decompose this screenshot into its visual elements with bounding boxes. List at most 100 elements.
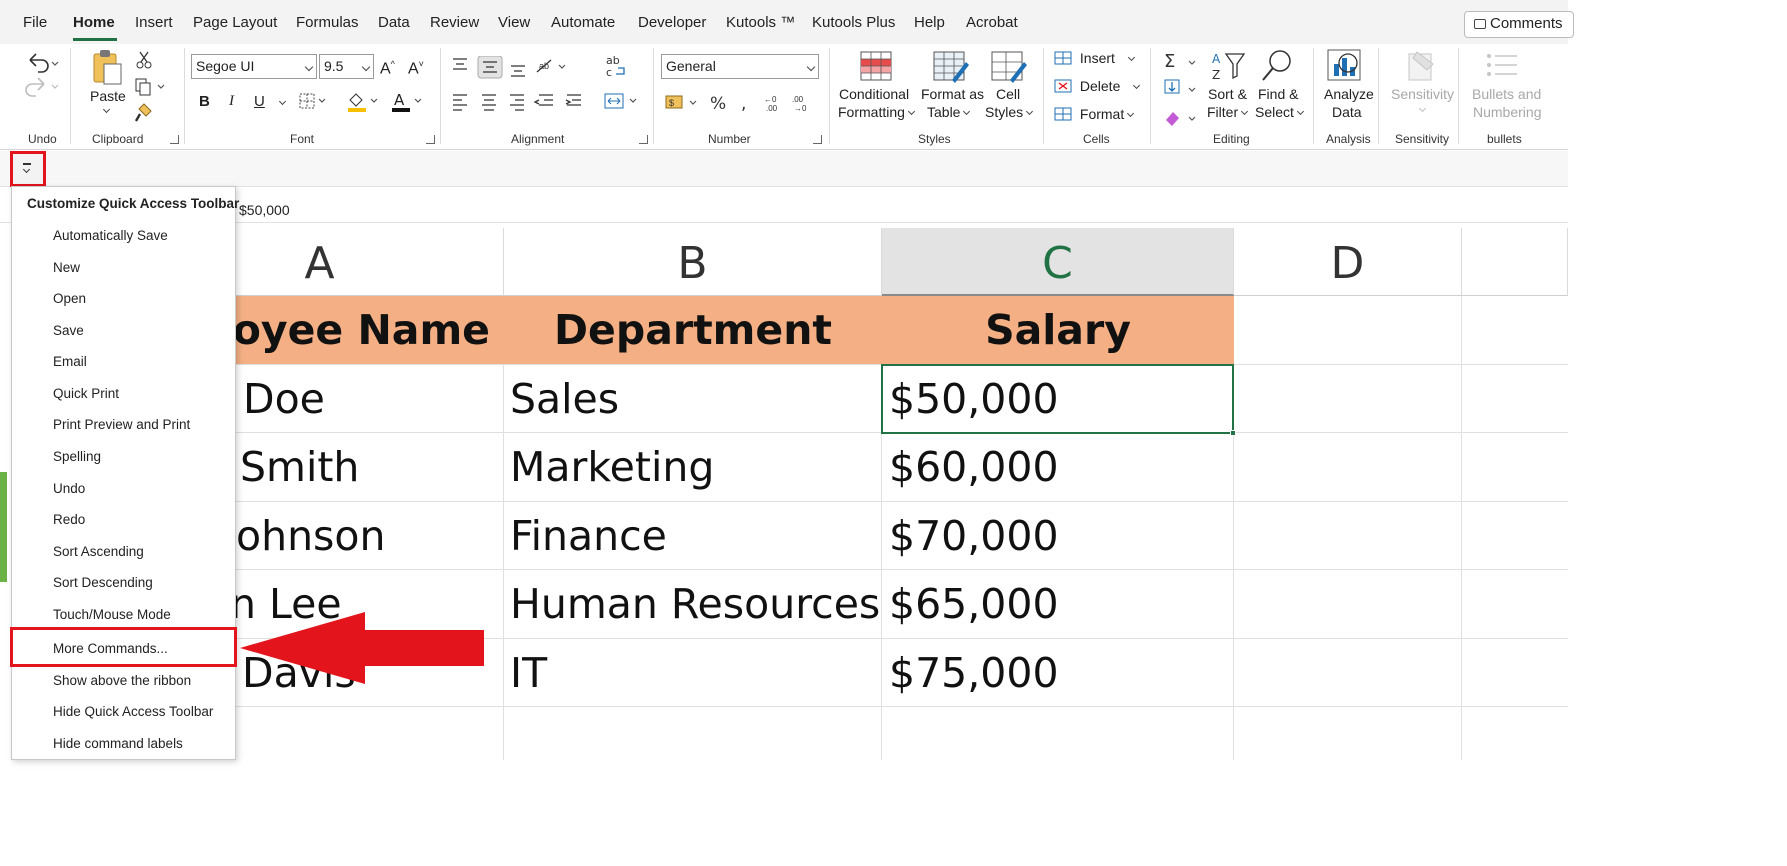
analyze-data-label-1[interactable]: Analyze: [1324, 86, 1374, 103]
insert-cells-button[interactable]: Insert: [1054, 50, 1135, 66]
find-select-label-2[interactable]: Select: [1255, 104, 1304, 121]
menu-item-redo[interactable]: Redo: [53, 512, 85, 527]
tab-acrobat[interactable]: Acrobat: [966, 14, 1018, 31]
clipboard-dialog-launcher-icon[interactable]: [170, 135, 179, 144]
cell-b6[interactable]: IT: [510, 639, 880, 707]
cell-c5[interactable]: $65,000: [889, 570, 1229, 638]
font-color-icon[interactable]: A: [390, 90, 426, 114]
decrease-font-icon[interactable]: A˅: [408, 56, 424, 77]
tab-page-layout[interactable]: Page Layout: [193, 14, 277, 31]
wrap-text-icon[interactable]: abc: [604, 54, 628, 80]
cell-b3[interactable]: Marketing: [510, 433, 880, 501]
menu-item-quick-print[interactable]: Quick Print: [53, 386, 119, 401]
menu-item-spelling[interactable]: Spelling: [53, 449, 101, 464]
copy-icon[interactable]: [134, 77, 170, 97]
format-cells-button[interactable]: Format: [1054, 106, 1135, 122]
menu-item-save[interactable]: Save: [53, 323, 84, 338]
horizontal-align-icons[interactable]: [451, 92, 591, 112]
alignment-dialog-launcher-icon[interactable]: [639, 135, 648, 144]
cell-c6[interactable]: $75,000: [889, 639, 1229, 707]
autosum-icons[interactable]: Σ: [1162, 50, 1202, 128]
find-select-icon[interactable]: [1260, 48, 1296, 84]
analyze-data-label-2[interactable]: Data: [1332, 104, 1362, 121]
column-header-b[interactable]: B: [504, 228, 882, 296]
tab-data[interactable]: Data: [378, 14, 410, 31]
menu-item-automatically-save[interactable]: Automatically Save: [53, 228, 168, 243]
comments-button[interactable]: Comments: [1464, 11, 1574, 38]
italic-button[interactable]: I: [229, 93, 234, 110]
tab-formulas[interactable]: Formulas: [296, 14, 359, 31]
fill-color-icon[interactable]: [346, 90, 382, 114]
borders-icon[interactable]: [298, 92, 328, 112]
customize-qat-button[interactable]: [10, 151, 46, 187]
menu-item-hide-qat[interactable]: Hide Quick Access Toolbar: [53, 704, 213, 719]
tab-kutools[interactable]: Kutools ™: [726, 14, 795, 31]
find-select-label-1[interactable]: Find &: [1258, 86, 1298, 103]
tab-review[interactable]: Review: [430, 14, 479, 31]
column-header-c[interactable]: C: [882, 228, 1234, 296]
tab-file[interactable]: File: [23, 14, 47, 31]
number-dialog-launcher-icon[interactable]: [813, 135, 822, 144]
column-header-e[interactable]: [1462, 228, 1568, 296]
menu-item-print-preview[interactable]: Print Preview and Print: [53, 417, 190, 432]
sort-filter-label-1[interactable]: Sort &: [1208, 86, 1247, 103]
format-as-table-icon[interactable]: [932, 50, 970, 84]
cell-c4[interactable]: $70,000: [889, 502, 1229, 570]
cell-b4[interactable]: Finance: [510, 502, 880, 570]
cell-a3[interactable]: Smith: [240, 433, 502, 501]
tab-automate[interactable]: Automate: [551, 14, 615, 31]
delete-cells-button[interactable]: Delete: [1054, 78, 1141, 94]
cell-styles-icon[interactable]: [990, 50, 1028, 84]
font-family-select[interactable]: Segoe UI: [191, 54, 317, 79]
column-header-d[interactable]: D: [1234, 228, 1462, 296]
menu-item-sort-descending[interactable]: Sort Descending: [53, 575, 153, 590]
sort-filter-label-2[interactable]: Filter: [1207, 104, 1249, 121]
menu-item-open[interactable]: Open: [53, 291, 86, 306]
menu-item-show-above-ribbon[interactable]: Show above the ribbon: [53, 673, 191, 688]
tab-view[interactable]: View: [498, 14, 530, 31]
formula-input[interactable]: $50,000: [239, 202, 290, 218]
paste-label[interactable]: Paste: [90, 88, 126, 105]
sort-filter-icon[interactable]: AZ: [1210, 50, 1250, 84]
format-as-table-label-2[interactable]: Table: [927, 104, 971, 121]
chevron-down-icon[interactable]: [102, 105, 111, 114]
analyze-data-icon[interactable]: [1326, 48, 1366, 86]
menu-item-hide-command-labels[interactable]: Hide command labels: [53, 736, 183, 751]
active-cell-selection[interactable]: [881, 364, 1236, 436]
underline-button[interactable]: U: [254, 93, 265, 110]
number-format-icons[interactable]: $ % , ←0.00 .00→0: [664, 92, 824, 116]
bold-button[interactable]: B: [199, 93, 210, 110]
cell-a4[interactable]: ohnson: [236, 502, 502, 570]
paste-icon[interactable]: [90, 48, 124, 88]
tab-developer[interactable]: Developer: [638, 14, 706, 31]
increase-font-icon[interactable]: A^: [380, 56, 395, 77]
cell-b5[interactable]: Human Resources: [510, 570, 880, 638]
menu-item-email[interactable]: Email: [53, 354, 87, 369]
menu-item-touch-mouse-mode[interactable]: Touch/Mouse Mode: [53, 607, 171, 622]
cell-c3[interactable]: $60,000: [889, 433, 1229, 501]
cell-a2[interactable]: Doe: [243, 365, 503, 433]
cell-styles-label-2[interactable]: Styles: [985, 104, 1034, 121]
menu-item-sort-ascending[interactable]: Sort Ascending: [53, 544, 144, 559]
conditional-formatting-icon[interactable]: [859, 50, 895, 84]
cut-icon[interactable]: [134, 50, 154, 70]
cell-styles-label-1[interactable]: Cell: [996, 86, 1020, 103]
font-size-select[interactable]: 9.5: [319, 54, 374, 79]
fill-handle[interactable]: [1230, 430, 1236, 436]
cell-b2[interactable]: Sales: [510, 365, 880, 433]
redo-icon[interactable]: [24, 76, 64, 100]
tab-help[interactable]: Help: [914, 14, 945, 31]
tab-insert[interactable]: Insert: [135, 14, 173, 31]
format-painter-icon[interactable]: [134, 102, 154, 124]
tab-kutools-plus[interactable]: Kutools Plus: [812, 14, 895, 31]
header-cell-department[interactable]: Department: [504, 296, 882, 364]
conditional-formatting-label-2[interactable]: Formatting: [838, 104, 915, 121]
format-as-table-label-1[interactable]: Format as: [921, 86, 984, 103]
font-dialog-launcher-icon[interactable]: [426, 135, 435, 144]
menu-item-undo[interactable]: Undo: [53, 481, 85, 496]
number-format-select[interactable]: General: [661, 54, 819, 79]
merge-center-icon[interactable]: [604, 92, 644, 112]
header-cell-salary[interactable]: Salary: [882, 296, 1234, 364]
menu-item-new[interactable]: New: [53, 260, 80, 275]
vertical-align-icons[interactable]: ab: [451, 56, 591, 80]
